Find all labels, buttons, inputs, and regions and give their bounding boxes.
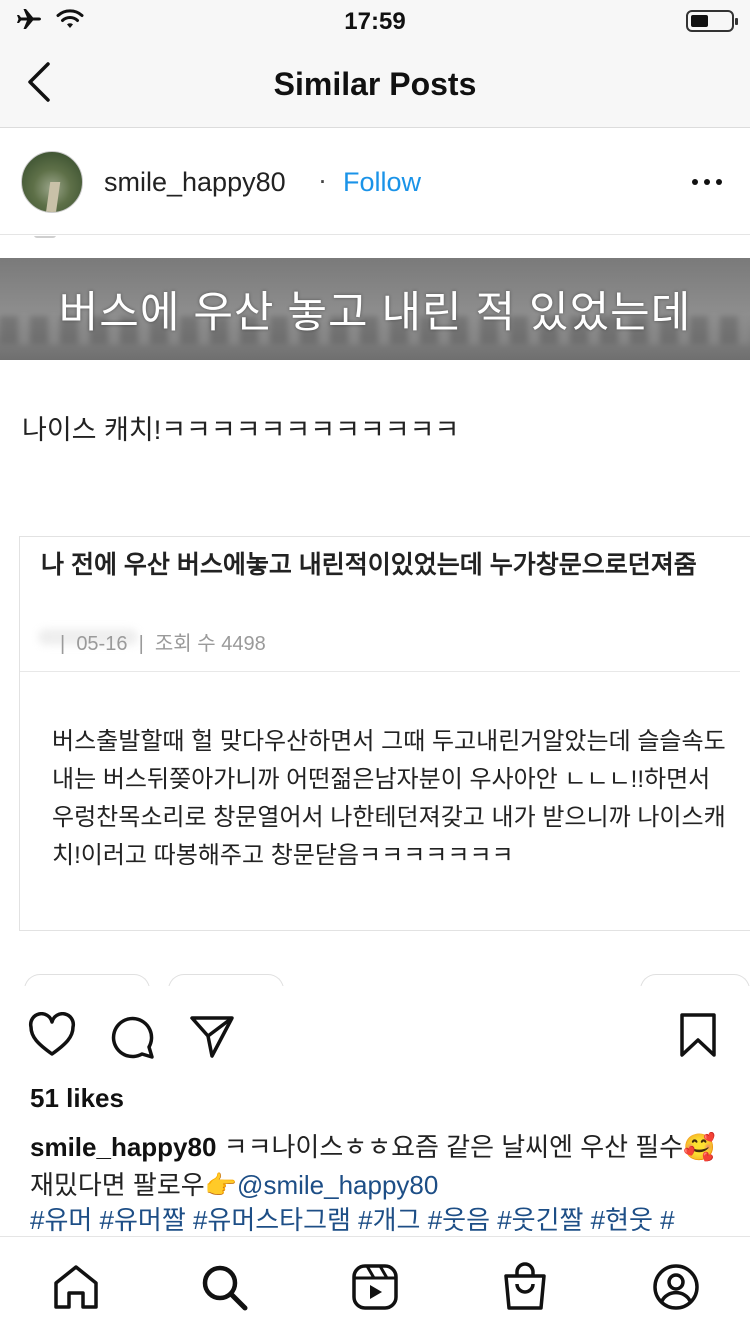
comment-icon — [111, 1016, 154, 1059]
separator-dot: · — [318, 165, 327, 195]
heart-icon — [28, 1012, 76, 1056]
image-edge-fragment — [34, 236, 56, 238]
image-pill — [24, 974, 150, 986]
card-views: 조회 수 4498 — [154, 633, 266, 655]
status-bar: 17:59 — [0, 0, 750, 40]
tab-profile[interactable] — [650, 1261, 702, 1313]
caption-username[interactable]: smile_happy80 — [30, 1132, 216, 1162]
hashtags[interactable]: #유머 #유머짤 #유머스타그램 #개그 #웃음 #웃긴짤 #현웃 # — [30, 1200, 750, 1237]
tab-home[interactable] — [50, 1261, 102, 1313]
tab-shop[interactable] — [499, 1261, 551, 1313]
card-meta: | 05-16 | 조회 수 4498 — [60, 633, 266, 655]
screenshot-card: 나 전에 우산 버스에놓고 내린적이있었는데 누가창문으로던져줌 | 05-16… — [19, 536, 750, 931]
more-horizontal-icon — [716, 179, 722, 185]
likes-count[interactable]: 51 likes — [30, 1083, 124, 1114]
avatar[interactable] — [21, 151, 83, 213]
post-caption: smile_happy80 ㅋㅋ나이스ㅎㅎ요즘 같은 날씨엔 우산 필수🥰재밌다… — [30, 1128, 730, 1204]
post-header: smile_happy80 · Follow — [0, 129, 750, 235]
post-actions — [0, 1004, 750, 1068]
post-username[interactable]: smile_happy80 — [104, 167, 286, 198]
card-date: 05-16 — [76, 633, 128, 655]
status-time: 17:59 — [344, 8, 406, 35]
more-options-button[interactable] — [692, 179, 722, 185]
comment-button[interactable] — [108, 1012, 156, 1065]
bookmark-icon — [680, 1013, 716, 1057]
battery-icon — [686, 10, 738, 32]
page-title: Similar Posts — [273, 66, 477, 102]
nav-bar: Similar Posts — [0, 40, 750, 128]
reels-icon — [352, 1264, 398, 1310]
like-button[interactable] — [28, 1012, 76, 1063]
shop-icon — [504, 1262, 546, 1310]
image-pill — [168, 974, 284, 986]
home-icon — [54, 1265, 98, 1309]
card-divider — [20, 671, 740, 672]
save-button[interactable] — [678, 1012, 718, 1063]
send-icon — [190, 1016, 234, 1058]
image-pill — [640, 974, 750, 986]
tab-bar — [0, 1236, 750, 1334]
search-icon — [202, 1265, 248, 1311]
card-body: 버스출발할때 헐 맞다우산하면서 그때 두고내린거알았는데 슬슬속도내는 버스뒤… — [52, 728, 726, 869]
post-image[interactable]: 버스에 우산 놓고 내린 적 있었는데 나이스 캐치!ㅋㅋㅋㅋㅋㅋㅋㅋㅋㅋㅋㅋ … — [0, 236, 750, 986]
caption-mention[interactable]: @smile_happy80 — [237, 1170, 438, 1200]
image-caption-line: 나이스 캐치!ㅋㅋㅋㅋㅋㅋㅋㅋㅋㅋㅋㅋ — [22, 415, 460, 445]
card-title: 나 전에 우산 버스에놓고 내린적이있었는데 누가창문으로던져줌 — [41, 551, 697, 579]
share-button[interactable] — [188, 1012, 236, 1065]
more-horizontal-icon — [692, 179, 698, 185]
follow-button[interactable]: Follow — [343, 167, 421, 198]
tab-reels[interactable] — [349, 1261, 401, 1313]
profile-icon — [653, 1264, 699, 1310]
image-banner: 버스에 우산 놓고 내린 적 있었는데 — [0, 258, 750, 360]
battery-level — [691, 15, 708, 27]
banner-text: 버스에 우산 놓고 내린 적 있었는데 — [58, 289, 692, 337]
more-horizontal-icon — [704, 179, 710, 185]
tab-search[interactable] — [198, 1261, 250, 1313]
